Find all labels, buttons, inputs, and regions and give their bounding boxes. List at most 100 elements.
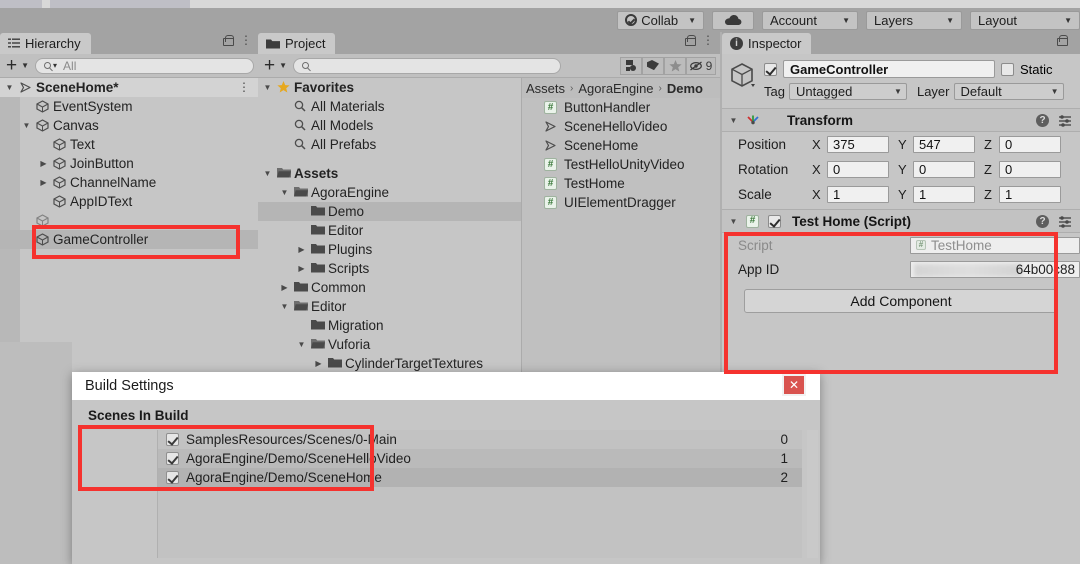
transform-rotation-x[interactable]: 0: [827, 161, 889, 178]
foldout-arrow-icon[interactable]: ▼: [21, 121, 32, 130]
gameobject-enabled-checkbox[interactable]: [764, 62, 777, 76]
project-file-testhellounityvideo[interactable]: # TestHelloUnityVideo: [522, 155, 720, 174]
layer-dropdown[interactable]: Default ▼: [953, 83, 1064, 100]
project-tree-item-vuforia[interactable]: ▼ Vuforia: [258, 335, 521, 354]
foldout-arrow-icon[interactable]: ▼: [262, 83, 273, 92]
scene-enabled-checkbox[interactable]: [166, 433, 179, 446]
preset-icon[interactable]: [1058, 215, 1072, 228]
project-tree-item-common[interactable]: ▶ Common: [258, 278, 521, 297]
scene-enabled-checkbox[interactable]: [166, 471, 179, 484]
gameobject-name-field[interactable]: GameController: [783, 60, 995, 78]
chevron-down-icon[interactable]: ▼: [279, 61, 287, 70]
build-scene-row[interactable]: AgoraEngine/Demo/SceneHome 2: [158, 468, 802, 487]
breadcrumb-item-assets[interactable]: Assets: [526, 81, 565, 96]
project-file-testhome[interactable]: # TestHome: [522, 174, 720, 193]
collab-button[interactable]: Collab ▼: [617, 10, 704, 30]
script-enabled-checkbox[interactable]: [768, 214, 781, 228]
appid-value-field[interactable]: 64b00c88: [910, 260, 1080, 278]
star-icon[interactable]: [664, 56, 686, 75]
transform-position-y[interactable]: 547: [913, 136, 975, 153]
hierarchy-item-appidtext[interactable]: AppIDText: [0, 192, 258, 211]
foldout-arrow-icon[interactable]: ▼: [728, 116, 739, 125]
hierarchy-item-text[interactable]: Text: [0, 135, 258, 154]
transform-position-z[interactable]: 0: [999, 136, 1061, 153]
foldout-arrow-icon[interactable]: ▼: [279, 188, 290, 197]
foldout-arrow-icon[interactable]: ▼: [279, 302, 290, 311]
foldout-arrow-icon[interactable]: ▶: [296, 245, 307, 254]
transform-scale-z[interactable]: 1: [999, 186, 1061, 203]
project-file-uielementdragger[interactable]: # UIElementDragger: [522, 193, 720, 212]
project-tree-item-editor[interactable]: ▼ Editor: [258, 297, 521, 316]
project-tree-item-demo[interactable]: Demo: [258, 202, 521, 221]
scrollbar-vertical[interactable]: [807, 430, 818, 558]
kebab-menu-icon[interactable]: ⋮: [702, 34, 714, 46]
project-tree-item-allprefabs[interactable]: All Prefabs: [258, 135, 521, 154]
breadcrumb-item-agoraengine[interactable]: AgoraEngine: [578, 81, 653, 96]
project-tree-item-plugins[interactable]: ▶ Plugins: [258, 240, 521, 259]
project-tree-item-scripts[interactable]: ▶ Scripts: [258, 259, 521, 278]
add-component-button[interactable]: Add Component: [744, 289, 1058, 313]
project-tree-item-allmodels[interactable]: All Models: [258, 116, 521, 135]
kebab-menu-icon[interactable]: ⋮: [238, 81, 258, 93]
project-tree-item-assets[interactable]: ▼ Assets: [258, 164, 521, 183]
breadcrumb-item-demo[interactable]: Demo: [667, 81, 703, 96]
tab-inspector[interactable]: i Inspector: [722, 33, 812, 54]
kebab-menu-icon[interactable]: ⋮: [240, 34, 252, 46]
hierarchy-item[interactable]: [0, 211, 258, 230]
close-icon[interactable]: ✕: [782, 374, 806, 396]
transform-component-header[interactable]: ▼ Transform ?: [722, 108, 1080, 132]
build-scene-row[interactable]: SamplesResources/Scenes/0-Main 0: [158, 430, 802, 449]
create-button[interactable]: +: [4, 56, 19, 75]
foldout-arrow-icon[interactable]: ▼: [262, 169, 273, 178]
hierarchy-item-canvas[interactable]: ▼ Canvas: [0, 116, 258, 135]
transform-rotation-z[interactable]: 0: [999, 161, 1061, 178]
hierarchy-item-scenehome[interactable]: ▼ SceneHome* ⋮: [0, 78, 258, 97]
lock-icon[interactable]: [685, 35, 696, 46]
foldout-arrow-icon[interactable]: ▼: [296, 340, 307, 349]
lock-icon[interactable]: [223, 35, 234, 46]
transform-rotation-y[interactable]: 0: [913, 161, 975, 178]
foldout-arrow-icon[interactable]: ▼: [4, 83, 15, 92]
layout-button[interactable]: Layout ▼: [970, 10, 1080, 30]
hierarchy-item-eventsystem[interactable]: EventSystem: [0, 97, 258, 116]
transform-position-x[interactable]: 375: [827, 136, 889, 153]
project-tree-item-allmaterials[interactable]: All Materials: [258, 97, 521, 116]
cloud-services-button[interactable]: [712, 10, 754, 30]
create-button[interactable]: +: [262, 56, 277, 75]
foldout-arrow-icon[interactable]: ▼: [728, 217, 739, 226]
test-home-script-header[interactable]: ▼ # Test Home (Script) ?: [722, 209, 1080, 233]
project-tree-item-cylindertargettextures[interactable]: ▶ CylinderTargetTextures: [258, 354, 521, 373]
account-button[interactable]: Account ▼: [762, 10, 858, 30]
help-icon[interactable]: ?: [1036, 214, 1049, 228]
hierarchy-search-input[interactable]: ▾ All: [35, 57, 254, 74]
transform-scale-y[interactable]: 1: [913, 186, 975, 203]
project-file-scenehome[interactable]: SceneHome: [522, 136, 720, 155]
project-tree-item-agoraengine[interactable]: ▼ AgoraEngine: [258, 183, 521, 202]
build-scene-row[interactable]: AgoraEngine/Demo/SceneHelloVideo 1: [158, 449, 802, 468]
project-tree-item-migration[interactable]: Migration: [258, 316, 521, 335]
foldout-arrow-icon[interactable]: ▶: [38, 178, 49, 187]
foldout-arrow-icon[interactable]: ▶: [296, 264, 307, 273]
scene-enabled-checkbox[interactable]: [166, 452, 179, 465]
hierarchy-item-joinbutton[interactable]: ▶ JoinButton: [0, 154, 258, 173]
static-checkbox[interactable]: [1001, 62, 1014, 76]
tab-project[interactable]: Project: [258, 33, 336, 54]
project-tree-item-editor[interactable]: Editor: [258, 221, 521, 240]
foldout-arrow-icon[interactable]: ▶: [279, 283, 290, 292]
tab-hierarchy[interactable]: Hierarchy: [0, 33, 91, 54]
tag-dropdown[interactable]: Untagged ▼: [788, 83, 907, 100]
chevron-down-icon[interactable]: ▼: [21, 61, 29, 70]
preset-icon[interactable]: [1058, 114, 1072, 127]
foldout-arrow-icon[interactable]: ▶: [313, 359, 324, 368]
lock-icon[interactable]: [1057, 35, 1068, 46]
transform-scale-x[interactable]: 1: [827, 186, 889, 203]
foldout-arrow-icon[interactable]: ▶: [38, 159, 49, 168]
layers-button[interactable]: Layers ▼: [866, 10, 962, 30]
hierarchy-item-gamecontroller[interactable]: GameController: [0, 230, 258, 249]
project-file-buttonhandler[interactable]: # ButtonHandler: [522, 98, 720, 117]
project-search-input[interactable]: [293, 57, 562, 74]
hidden-items-toggle[interactable]: 9: [686, 56, 716, 75]
label-icon[interactable]: [642, 56, 664, 75]
script-value-field[interactable]: # TestHome: [910, 236, 1080, 254]
hierarchy-item-channelname[interactable]: ▶ ChannelName: [0, 173, 258, 192]
